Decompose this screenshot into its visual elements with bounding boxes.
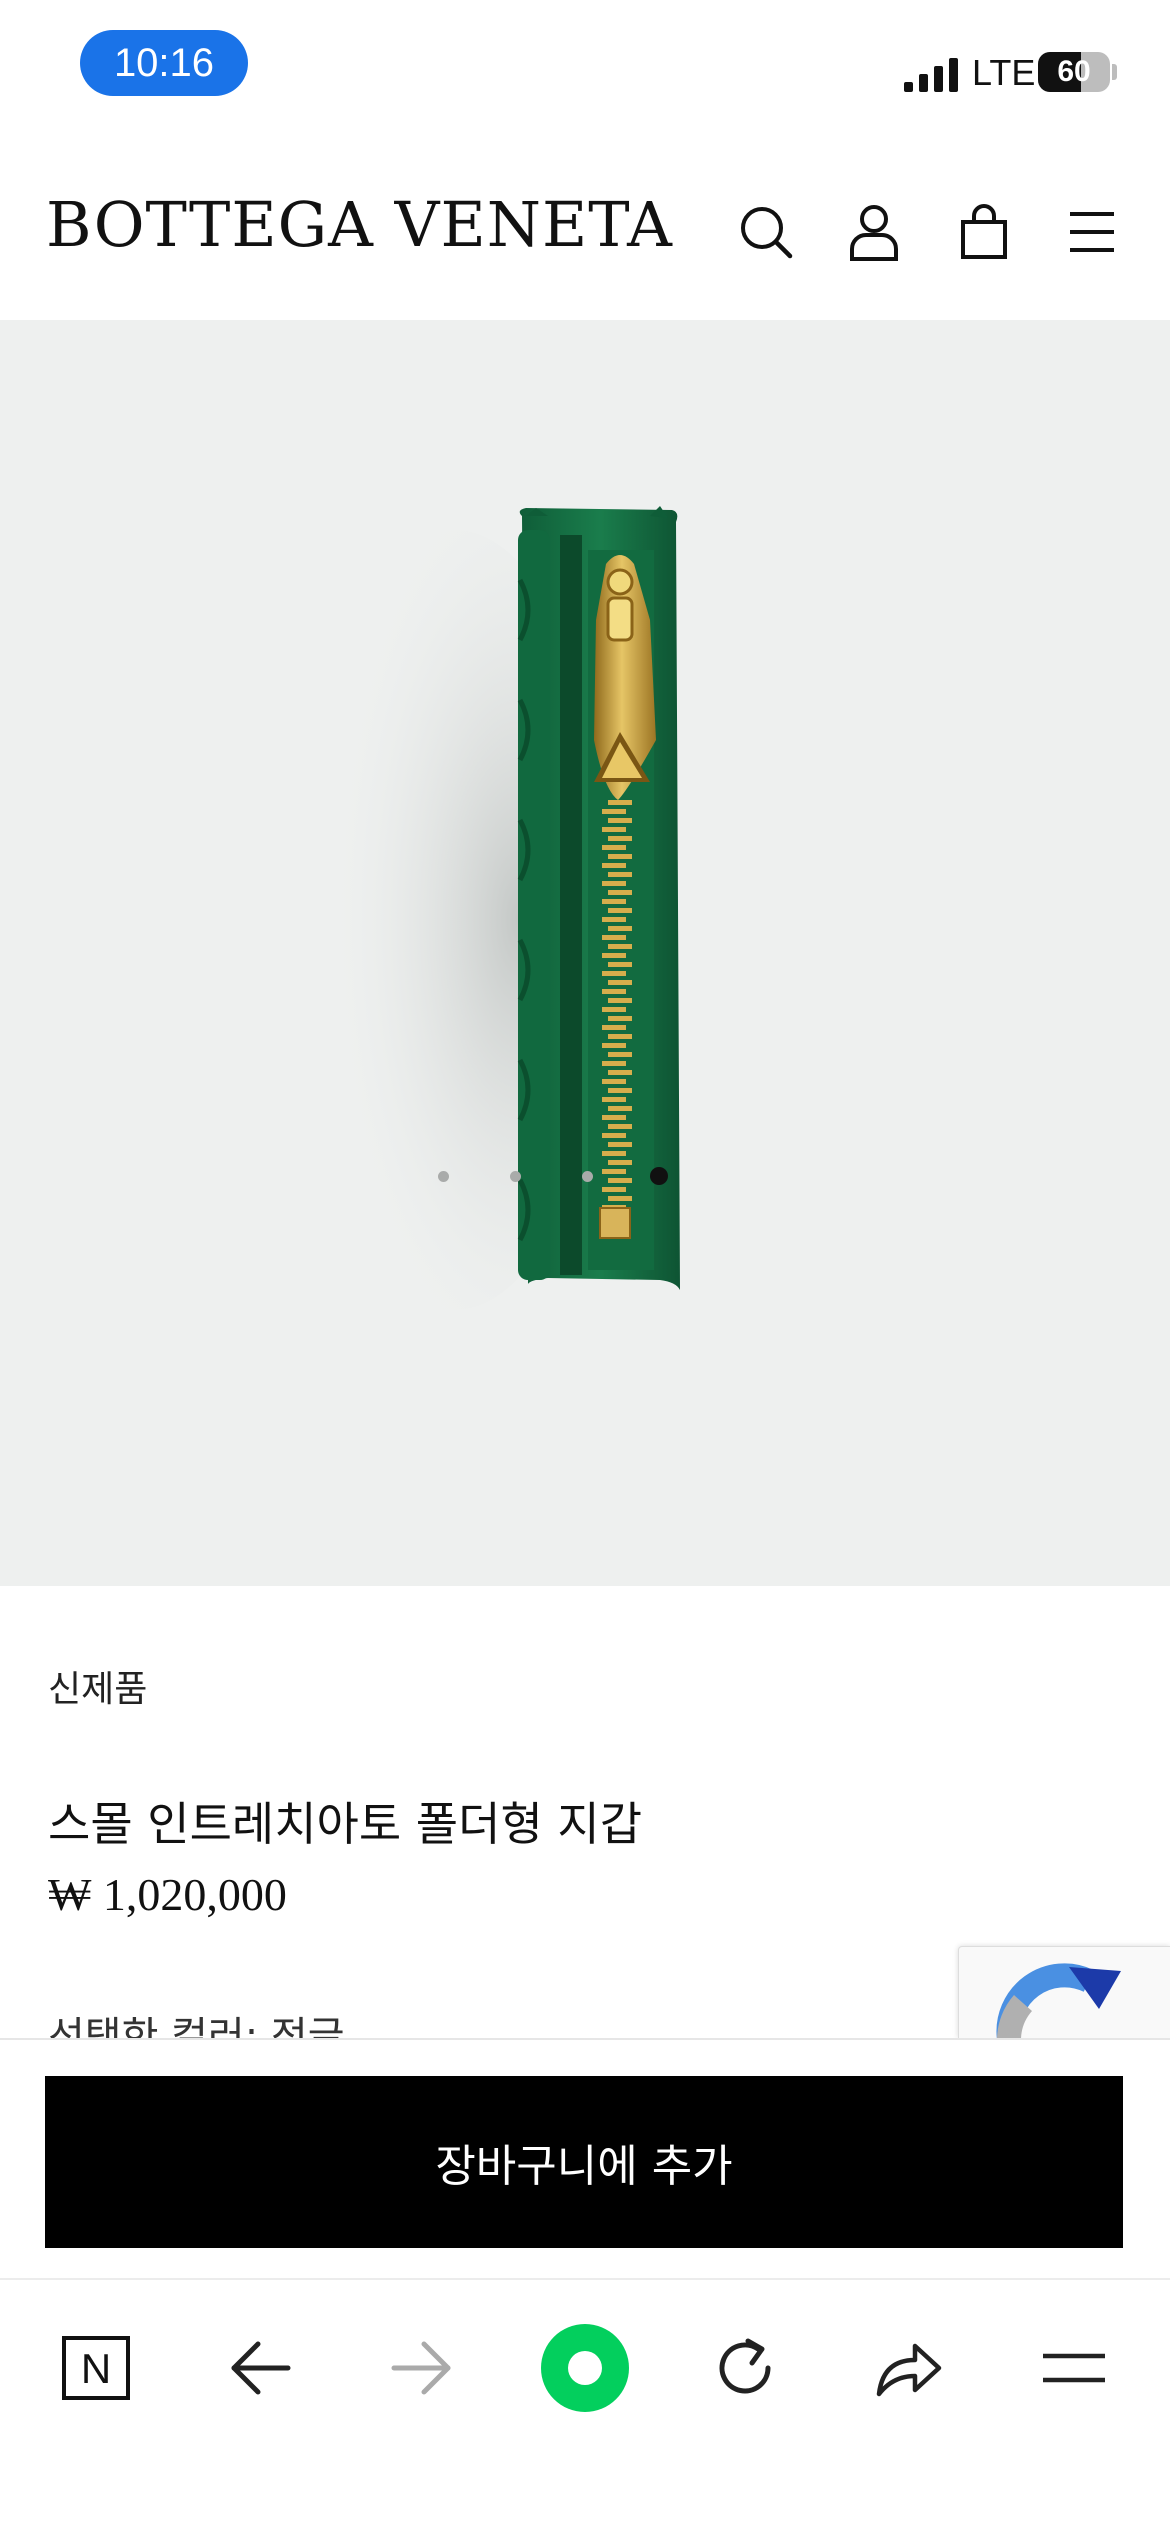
brand-logo[interactable]: BOTTEGA VENETA	[46, 188, 673, 261]
battery-tip	[1112, 64, 1117, 80]
back-arrow-icon[interactable]	[210, 2318, 310, 2418]
selected-color-label: 선택한 컬러: 정글	[48, 2014, 345, 2038]
status-bar: 10:16 LTE 60	[0, 0, 1170, 140]
menu-icon[interactable]	[1064, 202, 1120, 262]
signal-icon	[904, 58, 958, 92]
menu-lines-icon[interactable]	[1024, 2318, 1124, 2418]
green-dot-icon[interactable]	[535, 2318, 635, 2418]
status-time: 10:16	[80, 30, 248, 96]
shopping-bag-icon[interactable]	[956, 202, 1012, 262]
site-header: BOTTEGA VENETA	[0, 140, 1170, 320]
sticky-cart-bar: 장바구니에 추가	[0, 2038, 1170, 2278]
recaptcha-badge[interactable]	[958, 1946, 1170, 2038]
add-to-cart-button[interactable]: 장바구니에 추가	[45, 2076, 1123, 2248]
gallery-dot-active[interactable]	[650, 1167, 668, 1185]
account-icon[interactable]	[846, 202, 902, 262]
recaptcha-icon	[996, 1963, 1121, 2038]
gallery-dot[interactable]	[437, 1170, 449, 1182]
browser-toolbar: N	[0, 2278, 1170, 2532]
product-gallery[interactable]	[0, 320, 1170, 1586]
new-arrival-badge: 신제품	[48, 1669, 148, 1710]
gallery-pagination	[0, 320, 1170, 1586]
network-type: LTE	[972, 52, 1036, 93]
product-price: ₩ 1,020,000	[48, 1869, 287, 1920]
product-title: 스몰 인트레치아토 폴더형 지갑	[48, 1797, 643, 1851]
battery-level: 60	[1057, 55, 1091, 88]
gallery-dot[interactable]	[581, 1170, 593, 1182]
battery-icon: 60	[1038, 52, 1110, 92]
naver-home-icon[interactable]: N	[46, 2318, 146, 2418]
forward-arrow-icon[interactable]	[372, 2318, 472, 2418]
svg-text:N: N	[81, 2345, 111, 2392]
share-icon[interactable]	[858, 2318, 958, 2418]
gallery-dot[interactable]	[509, 1170, 521, 1182]
reload-icon[interactable]	[695, 2318, 795, 2418]
search-icon[interactable]	[738, 202, 794, 262]
